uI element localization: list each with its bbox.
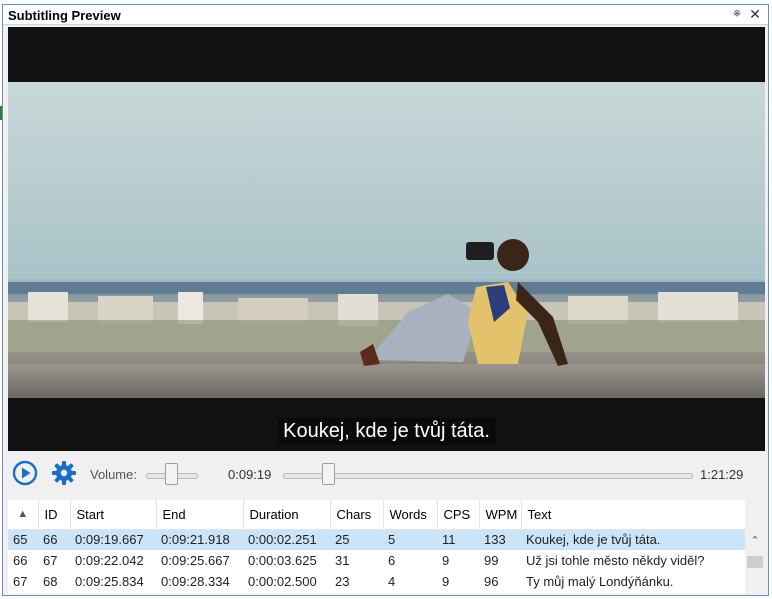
cell-text: Ty můj malý Londýňánku. [526, 574, 674, 589]
cell-cps: 9 [442, 574, 450, 589]
cell-id: 67 [43, 553, 58, 568]
cell-start: 0:09:19.667 [70, 529, 156, 550]
volume-slider-thumb[interactable] [165, 463, 178, 485]
cell-duration: 0:00:03.625 [248, 553, 317, 568]
cell-words: 5 [383, 529, 437, 550]
cell-cps: 11 [437, 529, 479, 550]
video-person [360, 239, 568, 366]
cell-start: 0:09:22.042 [75, 553, 144, 568]
cell-id: 66 [38, 529, 70, 550]
table-header-row: ▲ ID Start End Duration Chars Words CPS … [8, 500, 745, 530]
cell-end: 0:09:21.918 [156, 529, 243, 550]
column-header-duration[interactable]: Duration [243, 500, 331, 530]
scroll-up-icon[interactable]: ⌃ [748, 534, 762, 548]
window-title: Subtitling Preview [8, 8, 121, 23]
column-header-chars[interactable]: Chars [330, 500, 384, 530]
column-header-start[interactable]: Start [70, 500, 157, 530]
gear-icon[interactable] [51, 460, 77, 486]
cell-cps: 9 [442, 553, 450, 568]
cell-words: 4 [388, 574, 396, 589]
table-row[interactable]: 67 68 0:09:25.834 0:09:28.334 0:00:02.50… [8, 571, 745, 592]
cell-row-number: 67 [13, 574, 28, 589]
player-controls: Volume: 0:09:19 1:21:29 [3, 453, 768, 493]
cell-end: 0:09:28.334 [161, 574, 230, 589]
cell-chars: 25 [330, 529, 383, 550]
column-header-end[interactable]: End [156, 500, 244, 530]
cell-row-number: 66 [13, 553, 28, 568]
table-row[interactable]: 66 67 0:09:22.042 0:09:25.667 0:00:03.62… [8, 550, 745, 571]
close-icon[interactable]: ✕ [748, 7, 762, 21]
title-bar: Subtitling Preview ⎈ ✕ [3, 5, 768, 25]
column-header-cps[interactable]: CPS [437, 500, 480, 530]
volume-label: Volume: [90, 467, 137, 482]
subtitle-overlay: Koukej, kde je tvůj táta. [277, 418, 496, 445]
column-header-id[interactable]: ID [38, 500, 71, 530]
scrollbar-thumb[interactable] [747, 556, 763, 568]
current-time: 0:09:19 [228, 467, 272, 482]
column-header-words[interactable]: Words [383, 500, 438, 530]
cell-chars: 31 [335, 553, 350, 568]
cell-end: 0:09:25.667 [161, 553, 230, 568]
sort-column-header[interactable]: ▲ [8, 500, 39, 530]
cell-text: Koukej, kde je tvůj táta. [521, 529, 745, 550]
cell-wpm: 133 [479, 529, 521, 550]
cell-row-number: 65 [8, 529, 38, 550]
subtitle-grid: ▲ ID Start End Duration Chars Words CPS … [8, 500, 745, 594]
grid-vertical-scrollbar[interactable]: ⌃ [745, 530, 765, 594]
video-player[interactable]: Koukej, kde je tvůj táta. [8, 27, 765, 451]
cell-wpm: 96 [484, 574, 499, 589]
cell-text: Už jsi tohle město někdy viděl? [526, 553, 705, 568]
subtitling-preview-window: Subtitling Preview ⎈ ✕ Koukej, kde je tv… [2, 4, 769, 596]
cell-duration: 0:00:02.251 [243, 529, 330, 550]
play-circle-icon[interactable] [12, 460, 38, 486]
video-frame [8, 82, 765, 398]
position-slider-track[interactable] [283, 473, 693, 479]
cell-words: 6 [388, 553, 396, 568]
column-header-wpm[interactable]: WPM [479, 500, 522, 530]
pin-icon[interactable]: ⎈ [730, 7, 744, 21]
cell-chars: 23 [335, 574, 350, 589]
cell-start: 0:09:25.834 [75, 574, 144, 589]
table-row[interactable]: 65 66 0:09:19.667 0:09:21.918 0:00:02.25… [8, 529, 745, 550]
subtitle-table: ▲ ID Start End Duration Chars Words CPS … [8, 500, 745, 592]
cell-wpm: 99 [484, 553, 499, 568]
column-header-text[interactable]: Text [521, 500, 745, 530]
sort-ascending-icon: ▲ [17, 508, 29, 521]
position-slider-thumb[interactable] [322, 463, 335, 485]
total-time: 1:21:29 [700, 467, 744, 482]
cell-duration: 0:00:02.500 [248, 574, 317, 589]
cell-id: 68 [43, 574, 58, 589]
